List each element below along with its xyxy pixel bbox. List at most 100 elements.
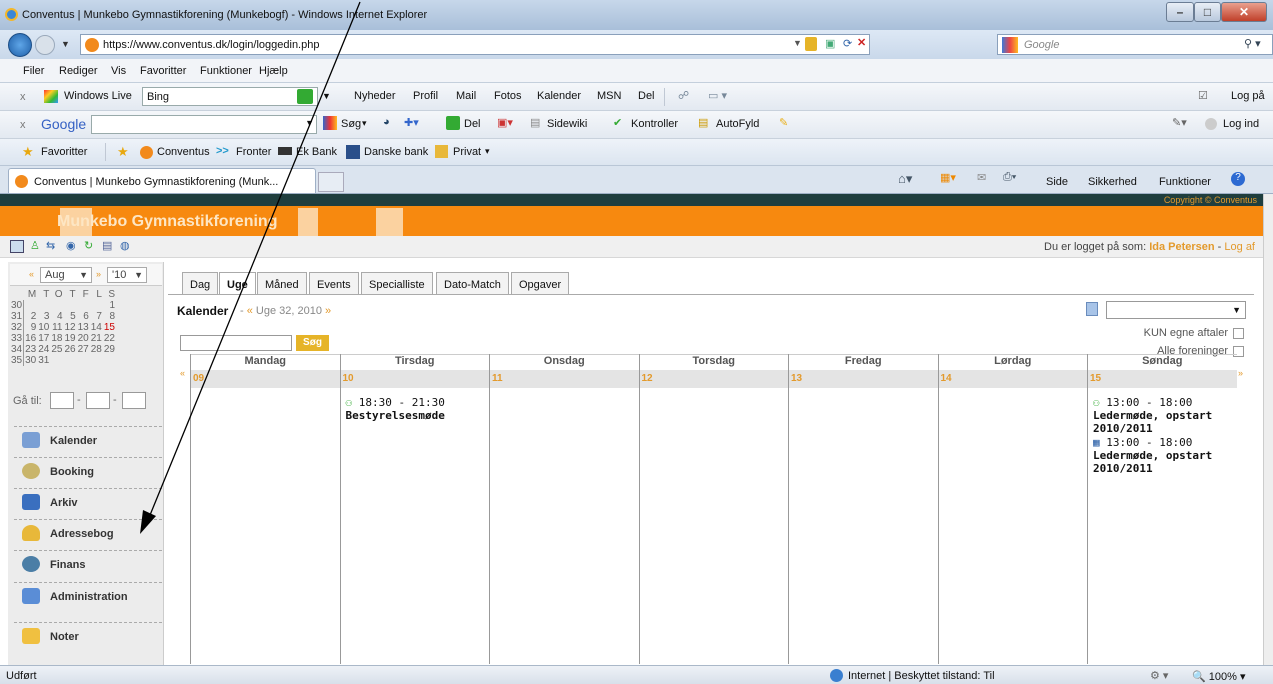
wl-link-msn[interactable]: MSN xyxy=(597,90,621,102)
add-favorite-icon[interactable]: ★ xyxy=(117,144,129,160)
home-icon[interactable]: ⌂▾ xyxy=(898,171,912,187)
tab-events[interactable]: Events xyxy=(309,272,359,294)
cal-day[interactable]: 1 xyxy=(103,300,116,311)
page-scrollbar[interactable] xyxy=(1263,194,1273,665)
cal-day[interactable]: 24 xyxy=(37,344,50,355)
cal-day[interactable]: 7 xyxy=(90,311,103,322)
close-toolbar-icon[interactable]: x xyxy=(20,91,26,103)
wl-link-del[interactable]: Del xyxy=(638,90,655,102)
cmd-funktioner[interactable]: Funktioner xyxy=(1159,176,1211,188)
bookmark-icon[interactable]: ◕ xyxy=(383,116,390,128)
prev-week-arrow-icon[interactable]: « xyxy=(180,368,185,378)
window-icon[interactable]: ▭ ▾ xyxy=(708,89,727,102)
bing-dropdown-icon[interactable]: ▼ xyxy=(322,91,331,101)
google-del-button[interactable]: Del xyxy=(464,118,481,130)
next-week-arrow-icon[interactable]: » xyxy=(1238,368,1243,378)
calendar-event[interactable]: ⚇ 18:30 - 21:30 Bestyrelsesmøde xyxy=(346,396,476,422)
cal-day[interactable]: 9 xyxy=(24,322,38,333)
checkbox-icon[interactable]: ☑ xyxy=(1198,89,1208,102)
goto-day-input[interactable] xyxy=(50,392,74,409)
search-icon[interactable]: ⚲ ▾ xyxy=(1244,37,1261,50)
fav-fronter[interactable]: Fronter xyxy=(236,146,271,158)
url-dropdown-icon[interactable]: ▼ xyxy=(793,38,802,48)
new-tab-button[interactable] xyxy=(318,172,344,192)
cal-day[interactable]: 14 xyxy=(90,322,103,333)
user-tool-icon[interactable]: ♙ xyxy=(30,239,40,252)
next-month-icon[interactable]: » xyxy=(96,269,101,279)
cal-day[interactable]: 18 xyxy=(50,333,63,344)
popup-icon[interactable]: ▣▾ xyxy=(497,116,513,129)
forward-button[interactable] xyxy=(35,35,55,55)
nav-arkiv[interactable]: Arkiv xyxy=(14,488,162,514)
calendar-search-input[interactable] xyxy=(180,335,292,351)
google-login-link[interactable]: Log ind xyxy=(1223,118,1259,130)
zone-text[interactable]: Internet | Beskyttet tilstand: Til xyxy=(848,670,995,682)
nav-finans[interactable]: Finans xyxy=(14,550,162,576)
zoom-level[interactable]: 🔍 100% ▾ xyxy=(1192,670,1245,683)
cal-day[interactable]: 23 xyxy=(24,344,38,355)
cal-day[interactable]: 3 xyxy=(37,311,50,322)
day-number[interactable]: 09 xyxy=(191,370,340,388)
calendar-event[interactable]: ⚇ 13:00 - 18:00 Ledermøde, opstart 2010/2… xyxy=(1093,396,1223,435)
cal-day[interactable]: 4 xyxy=(50,311,63,322)
tab-dag[interactable]: Dag xyxy=(182,272,219,294)
goto-year-input[interactable] xyxy=(122,392,146,409)
day-column[interactable]: Mandag 09 xyxy=(190,354,340,664)
refresh-icon[interactable]: ⟳ xyxy=(843,37,852,50)
cal-day[interactable]: 22 xyxy=(103,333,116,344)
day-number[interactable]: 13 xyxy=(789,370,938,388)
nav-adressebog[interactable]: Adressebog xyxy=(14,519,162,545)
browser-tab[interactable]: Conventus | Munkebo Gymnastikforening (M… xyxy=(8,168,316,193)
wl-link-mail[interactable]: Mail xyxy=(456,90,476,102)
menu-favoritter[interactable]: Favoritter xyxy=(140,65,186,77)
tab-opgaver[interactable]: Opgaver xyxy=(511,272,570,294)
calendar-search-button[interactable]: Søg xyxy=(296,335,329,351)
protected-mode-icon[interactable]: ⚙ ▾ xyxy=(1150,669,1168,682)
copyright-text[interactable]: Copyright © Conventus xyxy=(1164,195,1257,205)
search-box[interactable]: Google ⚲ ▾ xyxy=(997,34,1273,55)
google-dropdown-icon[interactable]: ▼ xyxy=(305,118,314,128)
day-number[interactable]: 15 xyxy=(1088,370,1237,388)
cal-day[interactable]: 19 xyxy=(64,333,77,344)
autofyld-button[interactable]: AutoFyld xyxy=(716,118,759,130)
cal-day[interactable]: 29 xyxy=(103,344,116,355)
settings-icon[interactable]: ✎▾ xyxy=(1172,116,1187,129)
cal-day[interactable]: 28 xyxy=(90,344,103,355)
tab-dato-match[interactable]: Dato-Match xyxy=(436,272,509,294)
google-sog-button[interactable]: Søg xyxy=(341,118,361,130)
help-icon[interactable]: ? xyxy=(1231,172,1245,186)
url-field[interactable]: https://www.conventus.dk/login/loggedin.… xyxy=(80,34,870,55)
prev-week-icon[interactable]: « xyxy=(247,305,253,317)
compat-view-icon[interactable]: ▣ xyxy=(825,37,835,50)
refresh-tool-icon[interactable]: ↻ xyxy=(84,239,93,252)
cal-day[interactable]: 30 xyxy=(24,355,38,366)
history-dropdown-icon[interactable]: ▼ xyxy=(61,39,70,49)
minimize-button[interactable]: – xyxy=(1166,2,1194,22)
calendar-tool-icon[interactable] xyxy=(10,240,24,253)
cal-day[interactable]: 10 xyxy=(37,322,50,333)
cmd-side[interactable]: Side xyxy=(1046,176,1068,188)
mail-icon[interactable]: ✉ xyxy=(977,171,986,184)
plus-icon[interactable]: ✚▾ xyxy=(404,116,419,129)
cal-day[interactable]: 6 xyxy=(77,311,90,322)
cal-day[interactable]: 31 xyxy=(37,355,50,366)
cal-day[interactable]: 12 xyxy=(64,322,77,333)
cal-day[interactable]: 15 xyxy=(103,322,116,333)
day-column[interactable]: Onsdag 11 xyxy=(489,354,639,664)
print-icon[interactable]: ⎙▾ xyxy=(1003,171,1016,184)
nav-administration[interactable]: Administration xyxy=(14,582,162,608)
day-column[interactable]: Lørdag 14 xyxy=(937,354,1087,664)
fav-conventus[interactable]: Conventus xyxy=(157,146,210,158)
document-icon[interactable] xyxy=(1086,302,1098,316)
wl-link-kalender[interactable]: Kalender xyxy=(537,90,581,102)
tab-specialliste[interactable]: Specialliste xyxy=(361,272,433,294)
kontroller-button[interactable]: Kontroller xyxy=(631,118,678,130)
cal-day[interactable]: 25 xyxy=(50,344,63,355)
feeds-icon[interactable]: ▦▾ xyxy=(940,171,956,184)
info-tool-icon[interactable]: ◍ xyxy=(120,239,130,252)
day-number[interactable]: 14 xyxy=(938,370,1087,388)
list-tool-icon[interactable]: ▤ xyxy=(102,239,112,252)
wl-link-nyheder[interactable]: Nyheder xyxy=(354,90,396,102)
cal-day[interactable]: 2 xyxy=(24,311,38,322)
favorites-button[interactable]: Favoritter xyxy=(41,146,87,158)
